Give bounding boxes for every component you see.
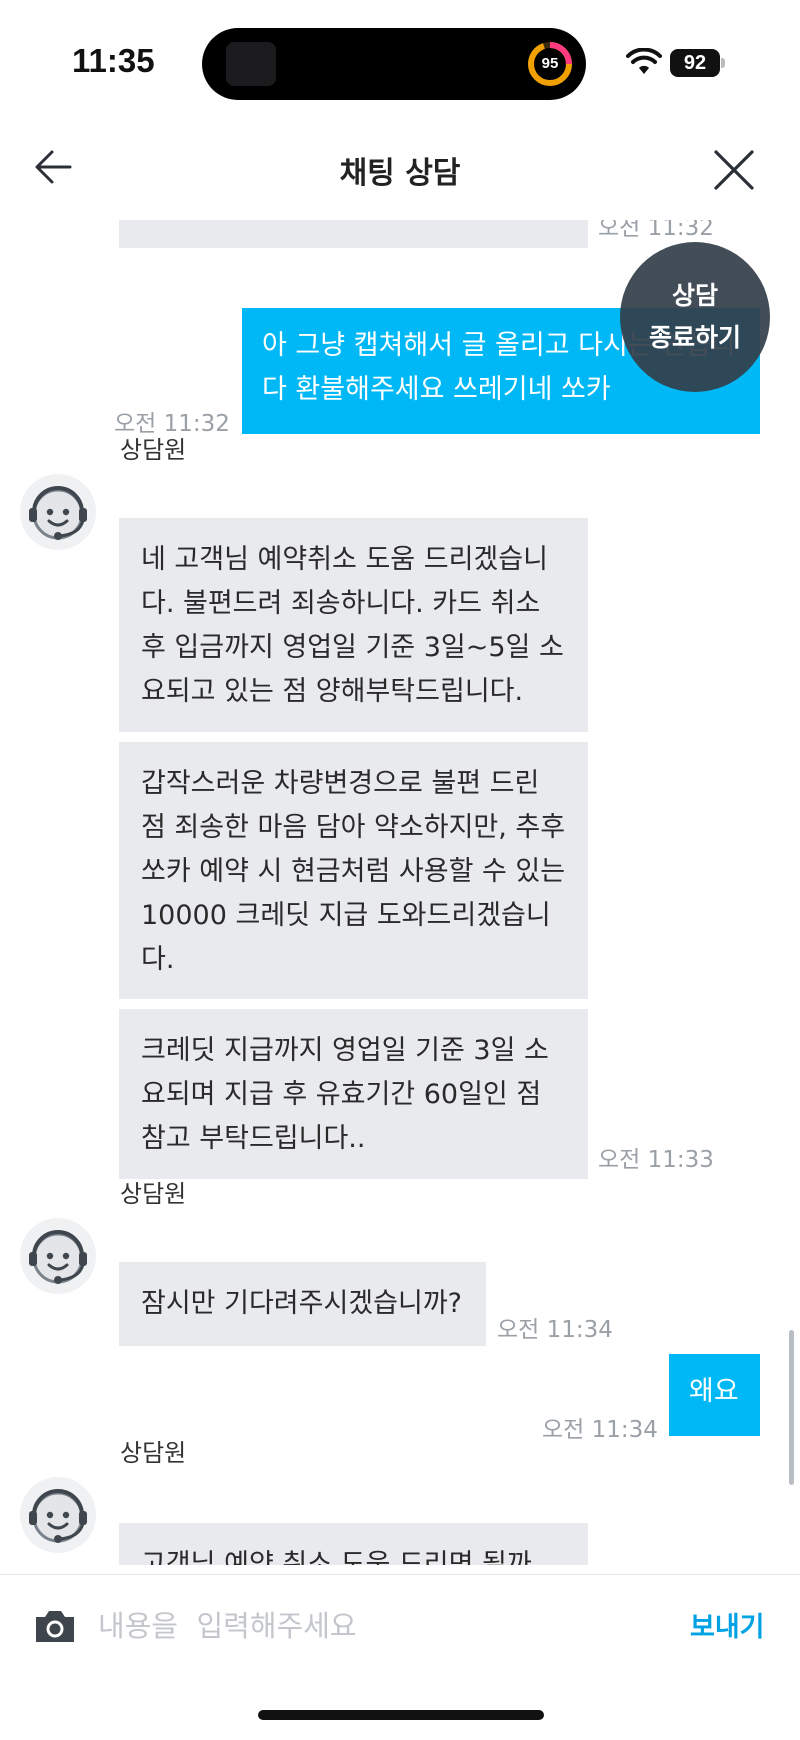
battery-icon: 92 (670, 49, 720, 77)
end-chat-label-line1: 상담 (671, 281, 718, 310)
activity-ring-value: 95 (541, 55, 559, 72)
chat-scrollbar[interactable] (789, 1330, 794, 1485)
agent-name-label: 상담원 (120, 1439, 187, 1467)
agent-name-label: 상담원 (120, 1180, 187, 1208)
user-message-bubble: 왜요 (669, 1354, 760, 1436)
agent-headset-avatar-icon (20, 474, 96, 550)
agent-message-bubble-partial: 고객님 예약 취소 도움 드리면 될까 (119, 1523, 588, 1565)
message-input[interactable] (96, 1597, 660, 1655)
status-bar: 11:35 95 92 (0, 0, 800, 120)
close-icon[interactable] (706, 142, 762, 198)
agent-message-bubble: 크레딧 지급까지 영업일 기준 3일 소요되며 지급 후 유효기간 60일인 점… (119, 1009, 588, 1179)
wifi-icon (626, 48, 662, 74)
chat-message-list[interactable]: 오전 11:32 오전 11:32 아 그냥 캡쳐해서 글 올리고 다시는 안씁… (0, 220, 800, 1565)
page-title: 채팅 상담 (339, 156, 461, 191)
end-chat-label-line2: 종료하기 (648, 323, 741, 352)
agent-message-bubble: 갑작스러운 차량변경으로 불편 드린 점 죄송한 마음 담아 약소하지만, 추후… (119, 742, 588, 999)
chat-header: 채팅 상담 (0, 120, 800, 220)
island-app-icon (226, 42, 276, 86)
send-button[interactable]: 보내기 (690, 1605, 765, 1644)
message-timestamp-partial: 오전 11:32 (598, 220, 714, 241)
battery-tip (721, 58, 725, 68)
agent-message-timestamp: 오전 11:33 (598, 1147, 714, 1173)
status-time: 11:35 (72, 42, 155, 79)
agent-message-bubble: 잠시만 기다려주시겠습니까? (119, 1262, 486, 1346)
agent-message-partial-top (119, 220, 588, 248)
agent-headset-avatar-icon (20, 1218, 96, 1294)
end-chat-button[interactable]: 상담 종료하기 (620, 242, 770, 392)
user-message-timestamp: 오전 11:34 (542, 1417, 658, 1443)
agent-headset-avatar-icon (20, 1477, 96, 1553)
agent-message-timestamp: 오전 11:34 (497, 1317, 613, 1343)
agent-message-bubble: 네 고객님 예약취소 도움 드리겠습니다. 불편드려 죄송하니다. 카드 취소 … (119, 518, 588, 732)
dynamic-island: 95 (202, 28, 586, 100)
agent-name-label: 상담원 (120, 436, 187, 464)
home-indicator[interactable] (258, 1710, 544, 1720)
camera-icon[interactable] (32, 1607, 78, 1645)
message-input-bar: 보내기 (0, 1574, 800, 1675)
